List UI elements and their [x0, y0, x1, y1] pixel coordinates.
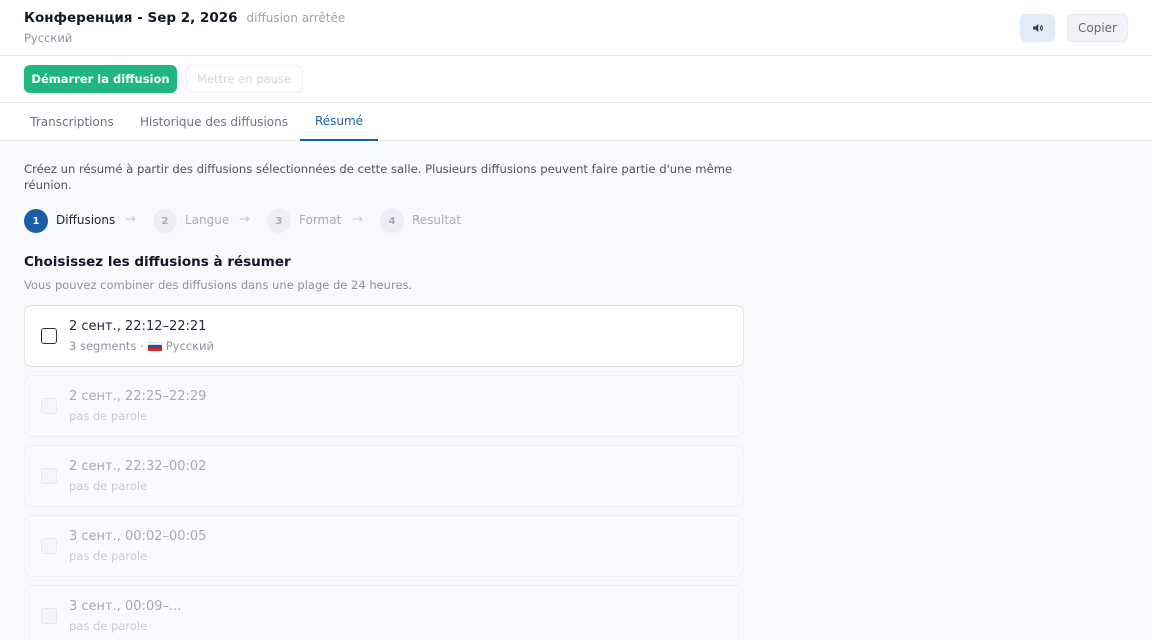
start-broadcast-button[interactable]: Démarrer la diffusion	[24, 65, 177, 93]
room-title: Конференция - Sep 2, 2026	[24, 10, 238, 26]
step-1-indicator: 1	[24, 209, 48, 233]
pause-button: Mettre en pause	[185, 65, 303, 93]
broadcast-checkbox	[41, 398, 57, 414]
broadcast-checkbox	[41, 608, 57, 624]
title-row: Конференция - Sep 2, 2026 diffusion arrê…	[24, 10, 345, 26]
sound-button[interactable]	[1020, 14, 1055, 42]
broadcast-time: 2 сент., 22:25–22:29	[69, 389, 207, 404]
broadcast-meta: pas de parole	[69, 619, 148, 633]
broadcast-time: 2 сент., 22:32–00:02	[69, 459, 207, 474]
step-4-indicator: 4	[380, 209, 404, 233]
broadcast-meta: pas de parole	[69, 549, 148, 563]
segment-count: 3 segments ·	[69, 339, 144, 353]
broadcast-checkbox	[41, 538, 57, 554]
step-arrow-icon: →	[125, 212, 136, 227]
broadcast-card: 2 сент., 22:25–22:29 pas de parole	[24, 375, 744, 437]
copy-button[interactable]: Copier	[1067, 14, 1128, 42]
broadcast-card[interactable]: 2 сент., 22:12–22:21 3 segments · Русски…	[24, 305, 744, 367]
broadcast-meta: pas de parole	[69, 479, 148, 493]
broadcast-meta: pas de parole	[69, 409, 148, 423]
step-2-label: Langue	[185, 213, 230, 227]
step-3-indicator: 3	[267, 209, 291, 233]
speaker-icon	[1032, 24, 1043, 32]
broadcast-time: 3 сент., 00:09–...	[69, 599, 182, 614]
broadcast-checkbox	[41, 468, 57, 484]
broadcast-time: 3 сент., 00:02–00:05	[69, 529, 207, 544]
broadcast-language: Русский	[165, 339, 214, 353]
step-3-label: Format	[299, 213, 342, 227]
stream-status: diffusion arrêtée	[246, 11, 346, 25]
tab-summary[interactable]: Résumé	[300, 103, 378, 141]
broadcast-checkbox[interactable]	[41, 328, 57, 344]
summary-intro: Créez un résumé à partir des diffusions …	[24, 162, 733, 192]
step-1-label: Diffusions	[56, 213, 116, 227]
broadcast-card: 3 сент., 00:02–00:05 pas de parole	[24, 515, 744, 577]
broadcast-toolbar: Démarrer la diffusion Mettre en pause	[0, 56, 1152, 103]
broadcast-time: 2 сент., 22:12–22:21	[69, 319, 207, 334]
room-header: Конференция - Sep 2, 2026 diffusion arrê…	[0, 0, 1152, 56]
section-subtitle: Vous pouvez combiner des diffusions dans…	[24, 278, 413, 292]
room-language: Русский	[24, 31, 73, 45]
tab-transcriptions[interactable]: Transcriptions	[24, 103, 120, 141]
tab-broadcast-history[interactable]: Historique des diffusions	[136, 103, 292, 141]
tab-bar: Transcriptions Historique des diffusions…	[0, 103, 1152, 141]
step-4-label: Resultat	[412, 213, 462, 227]
broadcast-meta: 3 segments · Русский	[69, 339, 214, 353]
step-arrow-icon: →	[239, 212, 250, 227]
broadcast-card: 3 сент., 00:09–... pas de parole	[24, 585, 744, 640]
section-title: Choisissez les diffusions à résumer	[24, 254, 291, 270]
step-arrow-icon: →	[352, 212, 363, 227]
ru-flag-icon	[147, 341, 162, 351]
broadcast-card: 2 сент., 22:32–00:02 pas de parole	[24, 445, 744, 507]
step-2-indicator: 2	[153, 209, 177, 233]
